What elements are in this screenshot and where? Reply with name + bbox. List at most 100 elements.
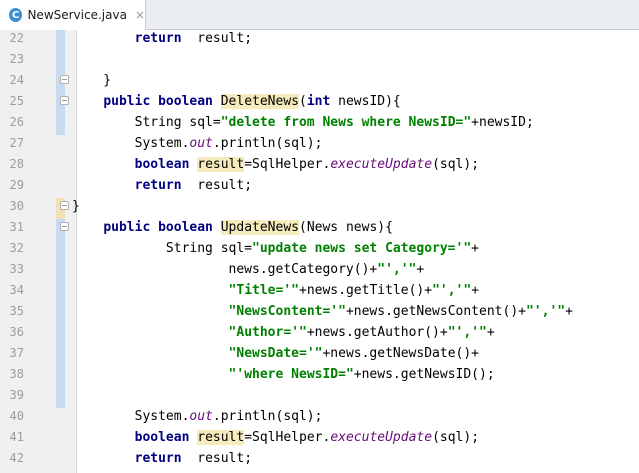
string-token: "','" [525, 304, 566, 319]
code-text: System.out.println(sql); [72, 406, 323, 427]
code-token: +newsID; [471, 115, 534, 130]
tab-label: NewService.java [27, 8, 127, 22]
code-line[interactable]: 34 "Title='"+news.getTitle()+"','"+ [0, 280, 639, 301]
line-number: 39 [9, 388, 24, 402]
code-editor[interactable]: 22 return result; 23 24 } 25 public boolean… [0, 30, 639, 473]
code-token: .println(sql); [212, 409, 323, 424]
line-number: 26 [9, 115, 24, 129]
code-line[interactable]: 22 return result; [0, 28, 639, 49]
keyword-token: return [134, 451, 182, 466]
string-token: "NewsDate='" [228, 346, 323, 361]
line-number: 36 [9, 325, 24, 339]
line-number: 33 [9, 262, 24, 276]
code-line[interactable]: 25 public boolean DeleteNews(int newsID)… [0, 91, 639, 112]
code-line[interactable]: 39 [0, 385, 639, 406]
code-token: +news.getNewsContent()+ [345, 304, 526, 319]
code-token: } [72, 73, 112, 88]
code-line[interactable]: 23 [0, 49, 639, 70]
keyword-token: boolean [134, 430, 190, 445]
code-token: (sql); [432, 157, 480, 172]
code-token: (sql); [432, 430, 480, 445]
fold-toggle-icon[interactable] [60, 75, 69, 84]
line-number: 41 [9, 430, 24, 444]
highlighted-identifier: UpdateNews [220, 220, 299, 235]
code-token: System. [72, 136, 190, 151]
string-token: "update news set Category='" [252, 241, 472, 256]
code-line[interactable]: 24 } [0, 70, 639, 91]
string-token: "Author='" [228, 325, 307, 340]
line-number: 25 [9, 94, 24, 108]
code-token: (News news){ [299, 220, 393, 235]
keyword-token: boolean [134, 157, 190, 172]
code-line[interactable]: 27 System.out.println(sql); [0, 133, 639, 154]
line-number: 35 [9, 304, 24, 318]
code-text: } [72, 196, 80, 217]
static-token: executeUpdate [330, 157, 433, 172]
close-icon[interactable]: × [135, 8, 145, 22]
code-text: return result; [72, 28, 252, 49]
code-line[interactable]: 29 return result; [0, 175, 639, 196]
code-token: String sql= [72, 115, 221, 130]
java-class-icon: C [9, 8, 23, 22]
code-token: + [486, 325, 495, 340]
string-token: "NewsContent='" [228, 304, 346, 319]
keyword-token: public boolean [103, 220, 213, 235]
code-line[interactable]: 31 public boolean UpdateNews(News news){ [0, 217, 639, 238]
line-number: 29 [9, 178, 24, 192]
code-text: "Title='"+news.getTitle()+"','"+ [72, 280, 479, 301]
static-token: out [189, 409, 213, 424]
code-text: } [72, 70, 111, 91]
string-token: "delete from News where NewsID=" [220, 115, 472, 130]
code-line[interactable]: 42 return result; [0, 448, 639, 469]
code-text: "NewsDate='"+news.getNewsDate()+ [72, 343, 479, 364]
line-number: 38 [9, 367, 24, 381]
highlighted-identifier: result [197, 430, 245, 445]
code-token: =SqlHelper. [244, 157, 331, 172]
code-text: boolean result=SqlHelper.executeUpdate(s… [72, 154, 479, 175]
string-token: "','" [377, 262, 417, 277]
code-text: public boolean DeleteNews(int newsID){ [72, 91, 401, 112]
code-token: String sql= [72, 241, 253, 256]
line-number: 24 [9, 73, 24, 87]
fold-toggle-icon[interactable] [60, 222, 69, 231]
code-line[interactable]: 28 boolean result=SqlHelper.executeUpdat… [0, 154, 639, 175]
code-line[interactable]: 40 System.out.println(sql); [0, 406, 639, 427]
code-text: "'where NewsID="+news.getNewsID(); [72, 364, 495, 385]
code-line[interactable]: 37 "NewsDate='"+news.getNewsDate()+ [0, 343, 639, 364]
line-number: 27 [9, 136, 24, 150]
line-number: 28 [9, 157, 24, 171]
line-number: 30 [9, 199, 24, 213]
code-line[interactable]: 36 "Author='"+news.getAuthor()+"','"+ [0, 322, 639, 343]
code-token: result; [181, 451, 253, 466]
code-text: return result; [72, 175, 252, 196]
fold-toggle-icon[interactable] [60, 201, 69, 210]
code-line[interactable]: 32 String sql="update news set Category=… [0, 238, 639, 259]
code-line[interactable]: 30} [0, 196, 639, 217]
code-line[interactable]: 26 String sql="delete from News where Ne… [0, 112, 639, 133]
line-number: 42 [9, 451, 24, 465]
string-token: "','" [447, 325, 487, 340]
keyword-token: return [134, 31, 182, 46]
code-token: + [416, 262, 425, 277]
code-line[interactable]: 33 news.getCategory()+"','"+ [0, 259, 639, 280]
code-token: + [471, 241, 479, 256]
code-line[interactable]: 41 boolean result=SqlHelper.executeUpdat… [0, 427, 639, 448]
code-text: String sql="update news set Category='"+ [72, 238, 479, 259]
line-number: 34 [9, 283, 24, 297]
code-line[interactable]: 35 "NewsContent='"+news.getNewsContent()… [0, 301, 639, 322]
tab-newservice-java[interactable]: C NewService.java × [0, 0, 146, 30]
code-token: newsID){ [330, 94, 401, 109]
string-token: "'where NewsID=" [228, 367, 354, 382]
line-number: 22 [9, 31, 24, 45]
code-line[interactable]: 38 "'where NewsID="+news.getNewsID(); [0, 364, 639, 385]
line-number: 32 [9, 241, 24, 255]
fold-toggle-icon[interactable] [60, 96, 69, 105]
